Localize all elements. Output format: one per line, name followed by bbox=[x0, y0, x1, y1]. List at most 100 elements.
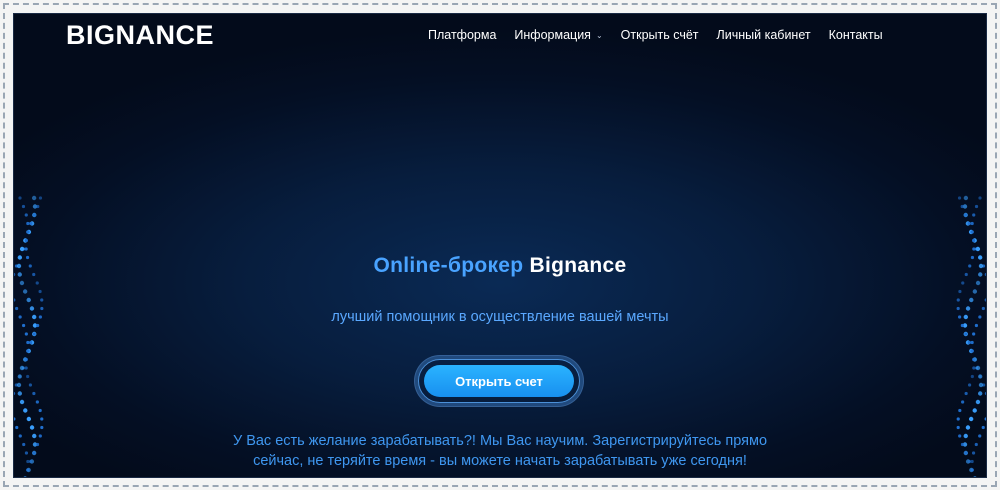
hero-headline: Online-брокер Bignance bbox=[14, 254, 986, 278]
decor-dot bbox=[963, 195, 969, 201]
decor-dot bbox=[26, 416, 32, 422]
decor-dot bbox=[32, 391, 36, 396]
decor-dot bbox=[967, 383, 972, 387]
decor-dot bbox=[28, 383, 33, 387]
decor-dot bbox=[972, 247, 976, 251]
decor-dot bbox=[973, 476, 977, 477]
decor-dot bbox=[956, 298, 960, 302]
decor-dot bbox=[31, 195, 37, 201]
decor-dot bbox=[964, 391, 968, 396]
decor-dot bbox=[24, 332, 28, 336]
decor-dot bbox=[23, 408, 28, 413]
decor-dot bbox=[14, 298, 16, 302]
decor-dot bbox=[29, 221, 33, 226]
decor-dot bbox=[970, 340, 974, 345]
decor-dot bbox=[984, 391, 986, 396]
hero-tagline: лучший помощник в осуществление вашей ме… bbox=[331, 309, 669, 325]
decor-dot bbox=[978, 382, 984, 388]
decor-dot bbox=[17, 391, 23, 396]
decor-dot bbox=[38, 196, 43, 200]
nav-item-label: Открыть счёт bbox=[620, 28, 699, 42]
decor-dot bbox=[35, 281, 39, 285]
decor-dot bbox=[972, 289, 978, 294]
decor-dot bbox=[32, 213, 36, 217]
nav-item-platform[interactable]: Платформа bbox=[428, 28, 496, 42]
decor-dot bbox=[965, 425, 971, 430]
decor-dot bbox=[18, 196, 22, 200]
decor-dot bbox=[19, 399, 25, 405]
decor-dot bbox=[972, 366, 976, 370]
decor-dot bbox=[40, 417, 44, 421]
decor-dot bbox=[978, 374, 983, 379]
decor-dot bbox=[961, 400, 965, 404]
decor-dot bbox=[14, 417, 16, 421]
decor-dot bbox=[22, 289, 28, 294]
decor-dot bbox=[36, 204, 40, 209]
decor-dot bbox=[17, 374, 22, 379]
decor-dot bbox=[981, 425, 985, 430]
decor-dot bbox=[16, 382, 22, 388]
decor-dot bbox=[40, 298, 44, 302]
decor-dot bbox=[24, 238, 28, 243]
screenshot-frame: BIGNANCE Платформа Информация ⌄ Открыть … bbox=[0, 0, 1000, 490]
decor-dot bbox=[38, 289, 42, 294]
nav-item-open-account[interactable]: Открыть счёт bbox=[621, 28, 699, 42]
chevron-down-icon: ⌄ bbox=[595, 30, 603, 40]
headline-accent: Online-брокер bbox=[373, 254, 524, 277]
decor-dot bbox=[26, 374, 30, 379]
open-account-button[interactable]: Открыть счет bbox=[424, 365, 574, 397]
decor-dot bbox=[970, 374, 974, 379]
decor-dot bbox=[15, 425, 19, 430]
decor-dot bbox=[972, 357, 976, 362]
decor-dot bbox=[984, 298, 986, 302]
nav-item-contacts[interactable]: Контакты bbox=[829, 28, 883, 42]
nav-item-personal-cabinet[interactable]: Личный кабинет bbox=[717, 28, 811, 42]
decor-dot bbox=[958, 408, 962, 413]
decor-dot bbox=[975, 399, 981, 405]
description-line-1: У Вас есть желание зарабатывать?! Мы Вас… bbox=[232, 433, 768, 449]
decor-dot bbox=[23, 476, 27, 477]
decor-dot bbox=[26, 297, 31, 303]
decor-dot bbox=[975, 246, 981, 252]
decor-dot bbox=[24, 366, 28, 370]
decor-dot bbox=[21, 204, 26, 209]
decor-dot bbox=[968, 416, 974, 422]
nav-item-label: Личный кабинет bbox=[716, 28, 811, 42]
decor-dot bbox=[984, 417, 986, 421]
decor-dot bbox=[29, 340, 33, 345]
nav-item-label: Платформа bbox=[428, 28, 497, 42]
decor-dot bbox=[964, 332, 968, 336]
decor-dot bbox=[956, 417, 960, 421]
decor-dot bbox=[975, 280, 981, 286]
decor-dot bbox=[975, 365, 981, 371]
decor-dot bbox=[19, 280, 25, 286]
decor-dot bbox=[978, 196, 982, 200]
decor-dot bbox=[967, 221, 971, 226]
decor-dot bbox=[969, 297, 974, 303]
decor-dot bbox=[974, 204, 979, 209]
decor-dot bbox=[32, 332, 36, 336]
logo[interactable]: BIGNANCE bbox=[66, 20, 214, 51]
decor-dot bbox=[972, 213, 976, 217]
decor-dot bbox=[19, 246, 25, 252]
decor-dot bbox=[24, 357, 28, 362]
decor-dot bbox=[970, 349, 974, 353]
decor-dot bbox=[38, 408, 42, 413]
decor-dot bbox=[26, 221, 30, 226]
decor-dot bbox=[19, 365, 25, 371]
decor-dot bbox=[970, 221, 974, 226]
decor-dot bbox=[40, 425, 44, 430]
nav-item-information[interactable]: Информация ⌄ bbox=[514, 28, 602, 42]
decor-dot bbox=[972, 332, 976, 336]
description-line-2: сейчас, не теряйте время - вы можете нач… bbox=[253, 453, 747, 469]
decor-dot bbox=[970, 230, 974, 234]
decor-dot bbox=[26, 349, 30, 353]
decor-dot bbox=[961, 281, 965, 285]
decor-dot bbox=[26, 230, 30, 234]
decor-dot bbox=[958, 289, 962, 294]
website-viewport: BIGNANCE Платформа Информация ⌄ Открыть … bbox=[14, 14, 986, 477]
decor-dot bbox=[972, 408, 977, 413]
cta-button-ring: Открыть счет bbox=[418, 359, 580, 403]
decor-dot bbox=[964, 213, 968, 217]
hero-description: У Вас есть желание зарабатывать?! Мы Вас… bbox=[14, 431, 986, 471]
